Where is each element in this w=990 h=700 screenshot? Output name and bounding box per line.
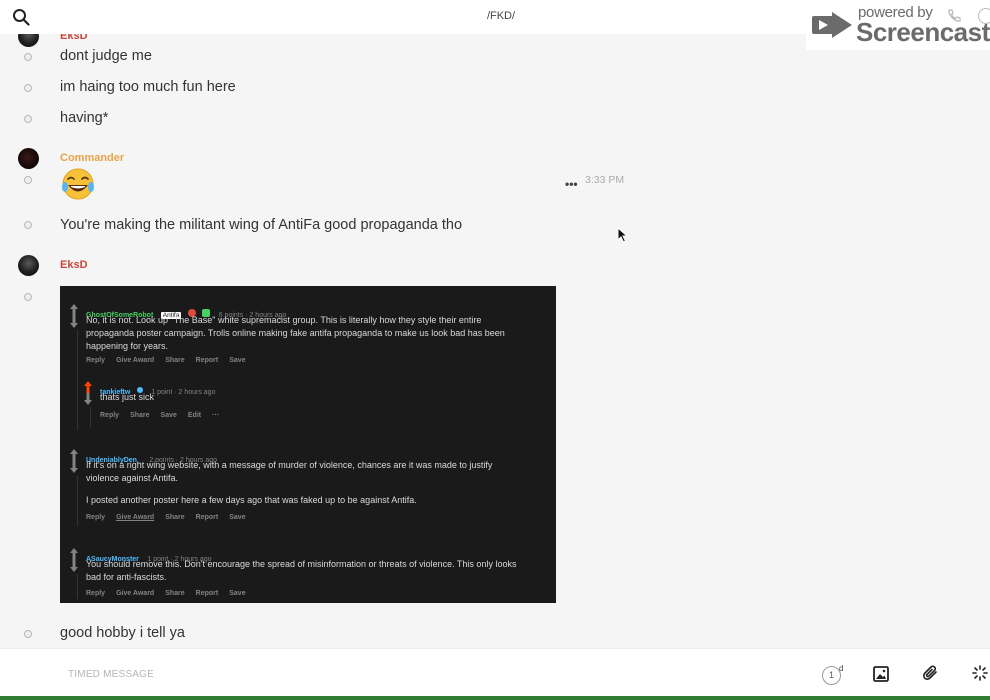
gif-sticker-icon[interactable] [972, 665, 988, 681]
bottom-accent-bar [0, 696, 990, 700]
message-author[interactable]: EksD [60, 34, 88, 42]
message-composer: 1 d [0, 648, 990, 700]
comment-actions: Reply Give Award Share Report Save [86, 590, 246, 597]
screencastify-watermark: powered by Screencastify [806, 0, 990, 50]
image-icon[interactable] [873, 666, 889, 682]
watermark-brand: Screencastify [856, 17, 990, 47]
avatar[interactable] [18, 148, 39, 169]
comment-meta: 1 point · 2 hours ago [151, 389, 216, 396]
comment-line: If it's on a right wing website, with a … [86, 460, 493, 470]
mouse-cursor-icon [617, 227, 629, 243]
read-receipt-icon [24, 115, 32, 123]
thread-line [90, 407, 91, 427]
avatar[interactable] [18, 34, 39, 47]
comment-line: I posted another poster here a few days … [86, 495, 417, 505]
message-author[interactable]: EksD [60, 259, 88, 271]
comment-actions: Reply Give Award Share Report Save [86, 357, 246, 364]
downvote-icon [70, 461, 78, 473]
message-feed[interactable]: EksD dont judge me im haing too much fun… [0, 34, 990, 648]
comment-line: bad for anti-fascists. [86, 572, 167, 582]
timer-unit: d [839, 664, 844, 673]
comment-line: You should remove this. Don't encourage … [86, 559, 517, 569]
message-author[interactable]: Commander [60, 152, 124, 164]
message-text: dont judge me [60, 48, 152, 64]
thread-line [77, 476, 78, 526]
message-text: good hobby i tell ya [60, 625, 185, 641]
message-input[interactable] [68, 669, 668, 680]
phone-icon[interactable] [946, 8, 962, 24]
comment-actions: Reply Give Award Share Report Save [86, 514, 246, 521]
tears-of-joy-emoji-icon [62, 168, 94, 200]
upvote-icon [70, 548, 78, 560]
comment-actions: Reply Share Save Edit ··· [100, 412, 220, 419]
read-receipt-icon [24, 53, 32, 61]
comment-line: propaganda poster campaign. Trolls onlin… [86, 328, 505, 338]
thread-line [77, 574, 78, 599]
upvote-icon [70, 304, 78, 316]
attachment-icon[interactable] [922, 665, 939, 682]
comment-line: thats just sick [100, 392, 155, 402]
comment-line: violence against Antifa. [86, 473, 179, 483]
reddit-screenshot-image[interactable]: GhostOfSomeRobot Antifa 6 points · 2 hou… [60, 286, 556, 603]
read-receipt-icon [24, 630, 32, 638]
read-receipt-icon [24, 293, 32, 301]
downvote-icon [70, 316, 78, 328]
downvote-icon [70, 560, 78, 572]
comment-line: happening for years. [86, 341, 169, 351]
message-text: You're making the militant wing of AntiF… [60, 217, 463, 233]
upvote-icon [84, 381, 92, 393]
comment-line: No, it is not. Look up "The Base" white … [86, 315, 482, 325]
message-text: im haing too much fun here [60, 79, 236, 95]
read-receipt-icon [24, 84, 32, 92]
message-timestamp: 3:33 PM [585, 174, 625, 186]
more-options-icon[interactable]: ••• [565, 177, 578, 191]
avatar[interactable] [18, 255, 39, 276]
message-text: having* [60, 110, 109, 126]
downvote-icon [84, 393, 92, 405]
upvote-icon [70, 449, 78, 461]
read-receipt-icon [24, 221, 32, 229]
read-receipt-icon [24, 176, 32, 184]
info-icon[interactable] [978, 8, 990, 24]
thread-line [77, 330, 78, 430]
screencastify-logo-icon [812, 12, 852, 38]
